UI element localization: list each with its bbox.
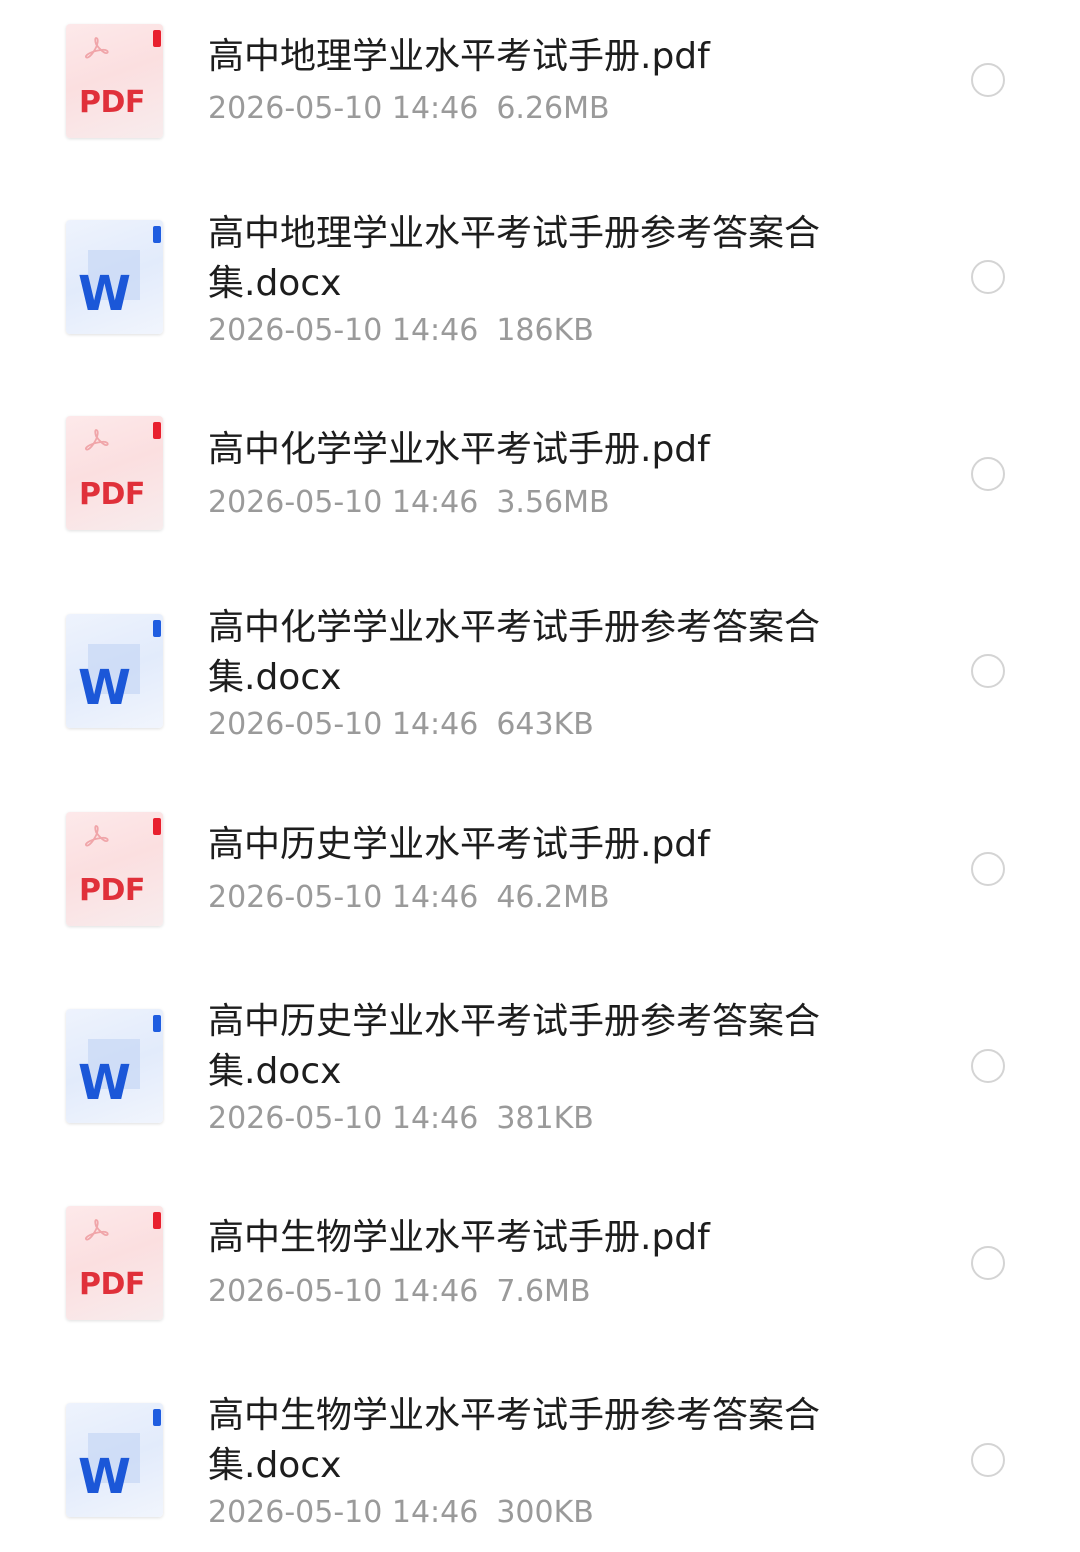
file-row[interactable]: W 高中化学学业水平考试手册参考答案合集.docx 2026-05-10 14:… [0, 591, 1080, 788]
select-radio[interactable] [971, 852, 1005, 886]
file-name: 高中地理学业水平考试手册参考答案合集.docx [208, 213, 821, 304]
acrobat-logo-icon [85, 1219, 109, 1241]
file-meta: 2026-05-10 14:46 7.6MB [208, 1272, 591, 1312]
file-name: 高中历史学业水平考试手册参考答案合集.docx [208, 1001, 821, 1092]
word-file-icon: W [66, 1009, 163, 1123]
corner-tab [153, 1212, 161, 1229]
file-name: 高中化学学业水平考试手册.pdf [208, 429, 710, 470]
file-size: 6.26MB [496, 91, 610, 126]
word-file-icon: W [66, 614, 163, 728]
file-row[interactable]: PDF 高中地理学业水平考试手册.pdf 2026-05-10 14:46 6.2… [0, 0, 1080, 197]
file-meta: 2026-05-10 14:46 6.26MB [208, 89, 610, 129]
file-row[interactable]: PDF 高中生物学业水平考试手册.pdf 2026-05-10 14:46 7.6… [0, 1182, 1080, 1379]
word-icon-label: W [78, 660, 131, 716]
file-date: 2026-05-10 14:46 [208, 707, 479, 742]
file-date: 2026-05-10 14:46 [208, 485, 479, 520]
select-radio[interactable] [971, 457, 1005, 491]
file-size: 381KB [496, 1101, 594, 1136]
select-radio[interactable] [971, 63, 1005, 97]
select-radio[interactable] [971, 1443, 1005, 1477]
file-row[interactable]: W 高中地理学业水平考试手册参考答案合集.docx 2026-05-10 14:… [0, 197, 1080, 394]
file-size: 46.2MB [496, 880, 610, 915]
pdf-icon-label: PDF [79, 477, 145, 512]
file-meta: 2026-05-10 14:46 3.56MB [208, 483, 610, 523]
file-name: 高中化学学业水平考试手册参考答案合集.docx [208, 607, 821, 698]
file-name: 高中历史学业水平考试手册.pdf [208, 824, 710, 865]
file-date: 2026-05-10 14:46 [208, 1274, 479, 1309]
select-radio[interactable] [971, 1246, 1005, 1280]
file-list: PDF 高中地理学业水平考试手册.pdf 2026-05-10 14:46 6.2… [0, 0, 1080, 1552]
acrobat-logo-icon [85, 825, 109, 847]
file-size: 186KB [496, 313, 594, 348]
corner-tab [153, 620, 161, 637]
file-meta: 2026-05-10 14:46 186KB [208, 311, 594, 351]
pdf-icon-label: PDF [79, 85, 145, 120]
file-size: 7.6MB [496, 1274, 591, 1309]
file-meta: 2026-05-10 14:46 300KB [208, 1493, 594, 1533]
pdf-file-icon: PDF [66, 416, 163, 530]
corner-tab [153, 226, 161, 243]
file-row[interactable]: PDF 高中历史学业水平考试手册.pdf 2026-05-10 14:46 46.… [0, 788, 1080, 985]
corner-tab [153, 422, 161, 439]
file-meta: 2026-05-10 14:46 643KB [208, 705, 594, 745]
file-size: 300KB [496, 1495, 594, 1530]
acrobat-logo-icon [85, 429, 109, 451]
file-date: 2026-05-10 14:46 [208, 91, 479, 126]
select-radio[interactable] [971, 654, 1005, 688]
pdf-icon-label: PDF [79, 1267, 145, 1302]
file-date: 2026-05-10 14:46 [208, 1495, 479, 1530]
word-icon-label: W [78, 266, 131, 322]
word-icon-label: W [78, 1055, 131, 1111]
file-size: 3.56MB [496, 485, 610, 520]
pdf-file-icon: PDF [66, 812, 163, 926]
file-row[interactable]: W 高中历史学业水平考试手册参考答案合集.docx 2026-05-10 14:… [0, 985, 1080, 1182]
word-icon-label: W [78, 1449, 131, 1505]
file-date: 2026-05-10 14:46 [208, 313, 479, 348]
file-row[interactable]: W 高中生物学业水平考试手册参考答案合集.docx 2026-05-10 14:… [0, 1379, 1080, 1552]
pdf-icon-label: PDF [79, 873, 145, 908]
file-date: 2026-05-10 14:46 [208, 1101, 479, 1136]
file-meta: 2026-05-10 14:46 46.2MB [208, 878, 610, 918]
file-date: 2026-05-10 14:46 [208, 880, 479, 915]
corner-tab [153, 30, 161, 47]
corner-tab [153, 818, 161, 835]
corner-tab [153, 1015, 161, 1032]
corner-tab [153, 1409, 161, 1426]
word-file-icon: W [66, 1403, 163, 1517]
select-radio[interactable] [971, 1049, 1005, 1083]
file-size: 643KB [496, 707, 594, 742]
pdf-file-icon: PDF [66, 1206, 163, 1320]
file-meta: 2026-05-10 14:46 381KB [208, 1099, 594, 1139]
select-radio[interactable] [971, 260, 1005, 294]
pdf-file-icon: PDF [66, 24, 163, 138]
file-name: 高中生物学业水平考试手册参考答案合集.docx [208, 1395, 821, 1486]
file-row[interactable]: PDF 高中化学学业水平考试手册.pdf 2026-05-10 14:46 3.5… [0, 394, 1080, 591]
file-name: 高中生物学业水平考试手册.pdf [208, 1217, 710, 1258]
word-file-icon: W [66, 220, 163, 334]
acrobat-logo-icon [85, 37, 109, 59]
file-name: 高中地理学业水平考试手册.pdf [208, 36, 710, 77]
